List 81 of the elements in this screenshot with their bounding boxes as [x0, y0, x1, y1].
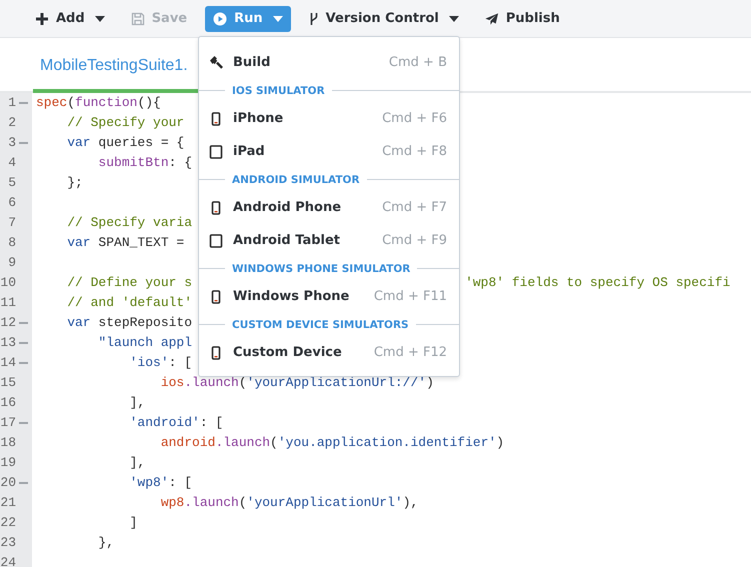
plus-icon [35, 12, 49, 26]
line-number: 23 [0, 534, 16, 552]
code-line: android.launch('you.application.identifier') [160, 435, 504, 450]
code-line: // and 'default' [66, 295, 192, 310]
line-number: 1 [7, 94, 16, 112]
menu-item[interactable]: Custom Device Cmd + F12 [199, 336, 459, 369]
menu-section-heading: IOS SIMULATOR [232, 84, 325, 96]
menu-section-heading: CUSTOM DEVICE SIMULATORS [232, 318, 409, 330]
code-line: var queries = { [66, 135, 184, 150]
code-line: // Specify varia [66, 215, 192, 230]
line-number: 4 [7, 154, 16, 172]
code-line: ], [128, 395, 146, 410]
menu-item[interactable]: Android Tablet Cmd + F9 [199, 224, 459, 257]
line-number: 10 [0, 274, 16, 292]
shortcut-label: Cmd + F9 [382, 233, 447, 248]
code-line: submitBtn: { [97, 155, 192, 170]
branch-icon [308, 12, 319, 26]
menu-section-heading: WINDOWS PHONE SIMULATOR [232, 262, 410, 274]
toolbar-button[interactable]: Publish [476, 6, 568, 32]
line-number: 11 [0, 294, 16, 312]
code-line: 'ios': [ [128, 355, 192, 370]
tablet-icon [208, 232, 224, 248]
code-line: wp8.launch('yourApplicationUrl'), [160, 495, 418, 510]
line-number: 17 [0, 414, 16, 432]
line-number: 9 [7, 254, 16, 272]
fold-marker[interactable] [19, 422, 28, 424]
save-icon [130, 12, 145, 26]
line-number: 24 [0, 554, 16, 567]
menu-item[interactable]: iPhone Cmd + F6 [199, 102, 459, 135]
fold-marker[interactable] [19, 342, 28, 344]
hammer-icon [208, 54, 224, 70]
fold-marker[interactable] [19, 102, 28, 104]
code-line: }, [97, 535, 114, 550]
line-number: 13 [0, 334, 16, 352]
code-line: "launch appl [97, 335, 192, 350]
menu-section-heading: ANDROID SIMULATOR [232, 174, 360, 186]
code-line: 'wp8' fields to specify OS specifi [465, 274, 730, 292]
tablet-icon [208, 144, 224, 160]
fold-marker[interactable] [19, 482, 28, 484]
shortcut-label: Cmd + F6 [382, 111, 447, 126]
play-icon [213, 12, 228, 26]
line-number: 2 [7, 114, 16, 132]
toolbar-button[interactable]: Version Control [300, 6, 467, 32]
shortcut-label: Cmd + B [388, 55, 447, 70]
code-line: var stepReposito [66, 315, 192, 330]
code-line: 'wp8': [ [128, 475, 192, 490]
line-number: 12 [0, 314, 16, 332]
code-line: ] [128, 515, 138, 530]
line-number: 20 [0, 474, 16, 492]
fold-marker[interactable] [19, 322, 28, 324]
toolbar-button[interactable]: Add [27, 6, 113, 32]
menu-item[interactable]: Windows Phone Cmd + F11 [199, 280, 459, 313]
shortcut-label: Cmd + F7 [382, 200, 447, 215]
code-line: }; [66, 175, 83, 190]
line-number: 7 [7, 214, 16, 232]
fold-marker[interactable] [19, 362, 28, 364]
shortcut-label: Cmd + F11 [374, 289, 447, 304]
line-number: 15 [0, 374, 16, 392]
shortcut-label: Cmd + F12 [374, 345, 447, 360]
line-number: 14 [0, 354, 16, 372]
menu-item[interactable]: Android Phone Cmd + F7 [199, 191, 459, 224]
line-number: 5 [7, 174, 16, 192]
line-number: 8 [7, 234, 16, 252]
code-line: ], [128, 455, 146, 470]
code-line: 'android': [ [128, 415, 224, 430]
line-number: 21 [0, 494, 16, 512]
shortcut-label: Cmd + F8 [382, 144, 447, 159]
line-number: 16 [0, 394, 16, 412]
line-number: 3 [7, 134, 16, 152]
paper-plane-icon [484, 12, 499, 26]
code-line: var SPAN_TEXT = [66, 235, 184, 250]
menu-item[interactable]: iPad Cmd + F8 [199, 135, 459, 168]
fold-marker[interactable] [19, 142, 28, 144]
line-number: 22 [0, 514, 16, 532]
code-line: // Define your s [66, 275, 192, 290]
code-line: // Specify your [66, 115, 184, 130]
line-number: 18 [0, 434, 16, 452]
code-line: spec(function(){ [36, 95, 161, 110]
code-line: ios.launch('yourApplicationUrl://') [160, 375, 434, 390]
line-number: 6 [7, 194, 16, 212]
line-number: 19 [0, 454, 16, 472]
